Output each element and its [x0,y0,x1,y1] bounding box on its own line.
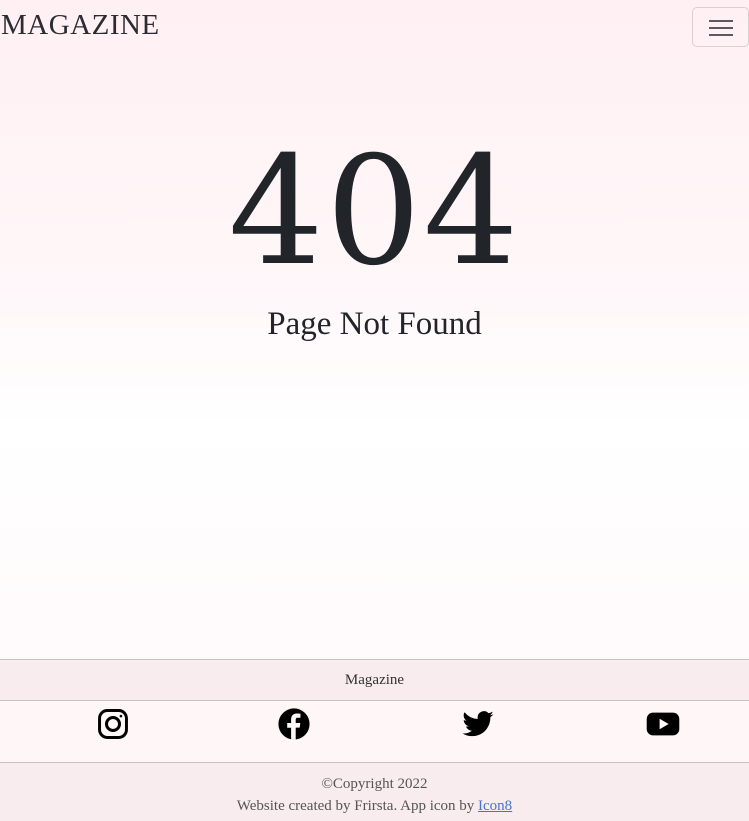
footer-site-name-row: Magazine [0,659,749,701]
hamburger-menu-icon [709,20,733,22]
error-code: 404 [228,125,521,299]
icon8-link[interactable]: Icon8 [478,798,512,814]
menu-toggle-button[interactable] [692,7,749,47]
copyright-footer: ©Copyright 2022 Website created by Frirs… [0,762,749,821]
twitter-icon[interactable] [461,707,495,741]
hamburger-menu-icon-bar [709,34,733,36]
credit-text: Website created by Frirsta. App icon by [236,798,475,814]
hamburger-menu-icon-bar [709,27,733,29]
youtube-icon[interactable] [646,707,680,741]
credit-line: Website created by Frirsta. App icon by … [0,794,749,818]
instagram-icon[interactable] [96,707,130,741]
social-links-row [0,701,749,763]
footer-site-name: Magazine [344,672,405,688]
error-message: Page Not Found [267,306,482,342]
copyright-text: ©Copyright 2022 [321,776,428,792]
brand-logo[interactable]: MAGAZINE [1,9,160,42]
navbar: MAGAZINE [0,0,749,54]
facebook-icon[interactable] [277,707,311,741]
